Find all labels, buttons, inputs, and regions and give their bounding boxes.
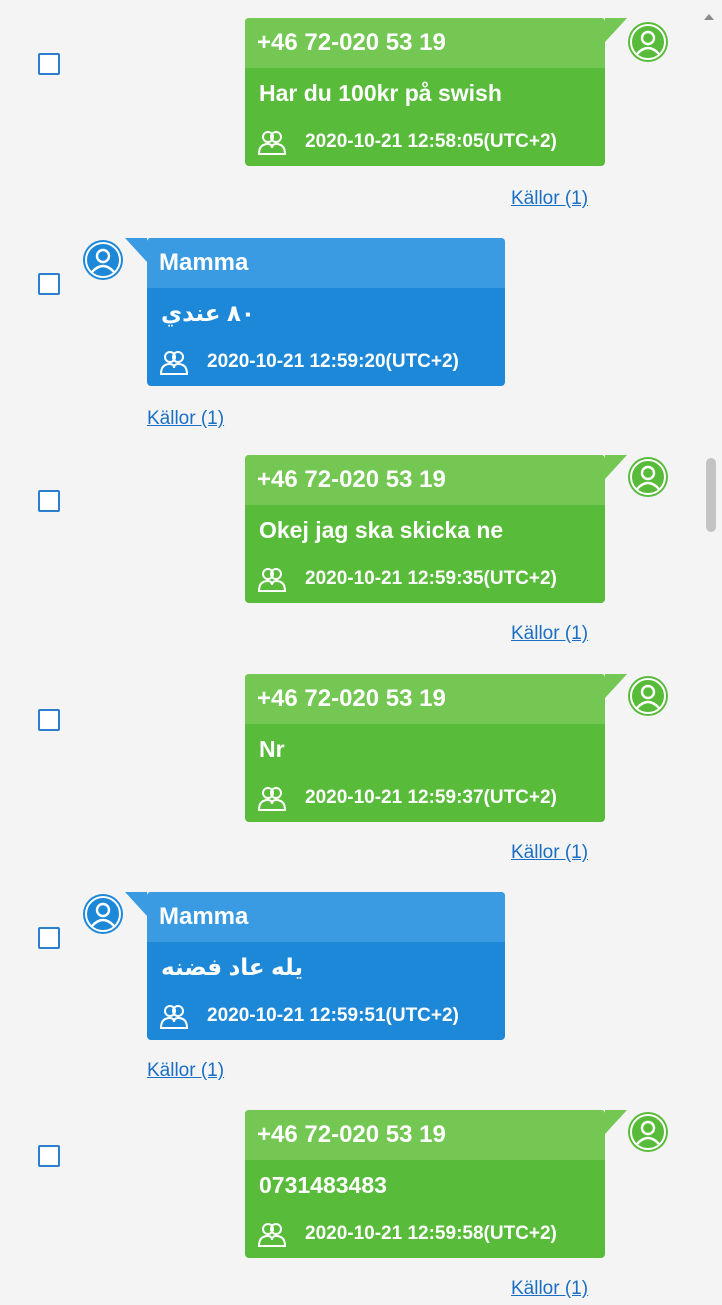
scroll-up-arrow-icon[interactable] [704,14,714,20]
message-text: Har du 100kr på swish [259,80,502,106]
message-row: Mamma ٨٠ عندي 2020-10-21 12:59:20(UTC+2)… [0,238,700,438]
message-text: يله عاد فضنه [161,954,303,980]
message-timestamp: 2020-10-21 12:59:37(UTC+2) [305,787,557,808]
message-row: +46 72-020 53 19 Nr 2020-10-21 12:59:37(… [0,674,700,874]
participants-icon [257,1223,287,1247]
participants-icon [159,1005,189,1029]
message-checkbox[interactable] [38,927,60,949]
message-checkbox[interactable] [38,273,60,295]
message-sender: +46 72-020 53 19 [245,455,605,505]
participants-icon [257,131,287,155]
message-text: Okej jag ska skicka ne [259,517,504,543]
user-avatar-icon [628,457,668,497]
message-timestamp: 2020-10-21 12:59:35(UTC+2) [305,568,557,589]
message-bubble-outgoing: +46 72-020 53 19 0731483483 2020-10-21 1… [245,1110,627,1258]
message-bubble-outgoing: +46 72-020 53 19 Nr 2020-10-21 12:59:37(… [245,674,627,822]
sources-link[interactable]: Källor (1) [511,188,588,210]
participants-icon [159,351,189,375]
message-bubble-incoming: Mamma يله عاد فضنه 2020-10-21 12:59:51(U… [125,892,505,1040]
message-checkbox[interactable] [38,490,60,512]
sources-link[interactable]: Källor (1) [147,1060,224,1082]
sources-link[interactable]: Källor (1) [147,408,224,430]
message-row: +46 72-020 53 19 Har du 100kr på swish 2… [0,18,700,218]
message-timestamp: 2020-10-21 12:59:58(UTC+2) [305,1223,557,1244]
user-avatar-icon [628,22,668,62]
message-text: ٨٠ عندي [161,300,255,326]
user-avatar-icon [83,894,123,934]
message-sender: +46 72-020 53 19 [245,674,605,724]
message-bubble-outgoing: +46 72-020 53 19 Okej jag ska skicka ne … [245,455,627,603]
sources-link[interactable]: Källor (1) [511,842,588,864]
message-timestamp: 2020-10-21 12:59:51(UTC+2) [207,1005,459,1026]
message-bubble-incoming: Mamma ٨٠ عندي 2020-10-21 12:59:20(UTC+2) [125,238,505,386]
sources-link[interactable]: Källor (1) [511,623,588,645]
message-sender: Mamma [147,238,505,288]
message-sender: +46 72-020 53 19 [245,1110,605,1160]
message-sender: +46 72-020 53 19 [245,18,605,68]
message-checkbox[interactable] [38,1145,60,1167]
message-text: Nr [259,736,285,762]
message-checkbox[interactable] [38,709,60,731]
participants-icon [257,568,287,592]
message-timestamp: 2020-10-21 12:59:20(UTC+2) [207,351,459,372]
sources-link[interactable]: Källor (1) [511,1278,588,1300]
message-text: 0731483483 [259,1172,387,1198]
message-checkbox[interactable] [38,53,60,75]
user-avatar-icon [628,1112,668,1152]
message-row: Mamma يله عاد فضنه 2020-10-21 12:59:51(U… [0,892,700,1092]
user-avatar-icon [628,676,668,716]
user-avatar-icon [83,240,123,280]
message-timestamp: 2020-10-21 12:58:05(UTC+2) [305,131,557,152]
message-row: +46 72-020 53 19 0731483483 2020-10-21 1… [0,1110,700,1305]
scrollbar-thumb[interactable] [706,458,716,532]
participants-icon [257,787,287,811]
message-sender: Mamma [147,892,505,942]
message-bubble-outgoing: +46 72-020 53 19 Har du 100kr på swish 2… [245,18,627,166]
message-row: +46 72-020 53 19 Okej jag ska skicka ne … [0,455,700,655]
